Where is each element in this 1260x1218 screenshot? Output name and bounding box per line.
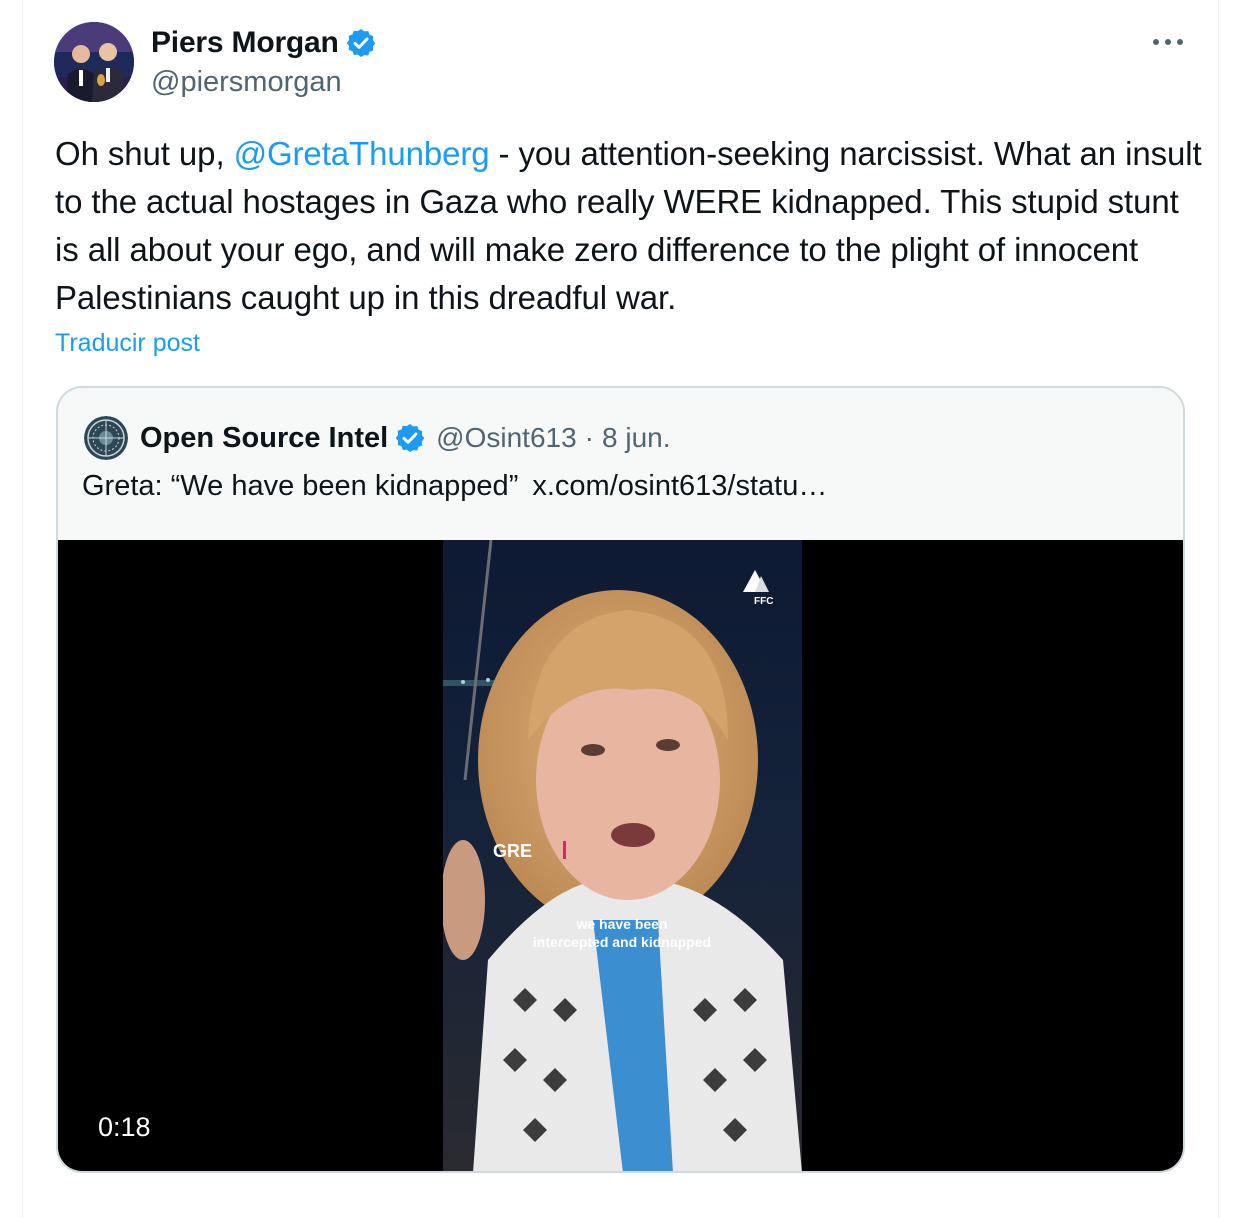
author-handle[interactable]: @piersmorgan bbox=[151, 66, 342, 99]
video-player[interactable]: FFC GRE we have been intercepted and kid… bbox=[58, 540, 1183, 1171]
video-frame: FFC GRE we have been intercepted and kid… bbox=[443, 540, 802, 1171]
translate-post-link[interactable]: Traducir post bbox=[55, 329, 200, 358]
tweet-text: Oh shut up, @GretaThunberg - you attenti… bbox=[55, 130, 1205, 322]
quote-link[interactable]: x.com/osint613/statu… bbox=[532, 470, 827, 502]
quote-text-body: Greta: “We have been kidnapped” bbox=[82, 470, 519, 502]
card-border-right bbox=[1218, 0, 1219, 1218]
card-border-left bbox=[22, 0, 23, 1218]
quote-text: Greta: “We have been kidnapped” x.com/osi… bbox=[82, 470, 827, 503]
avatar-image bbox=[54, 22, 134, 102]
author-name-row[interactable]: Piers Morgan bbox=[151, 24, 377, 62]
author-avatar[interactable] bbox=[54, 22, 134, 102]
more-options-button[interactable] bbox=[1148, 28, 1188, 56]
quote-avatar[interactable] bbox=[84, 416, 128, 460]
tweet-text-before: Oh shut up, bbox=[55, 135, 234, 172]
osint-logo-icon bbox=[84, 416, 128, 460]
author-name[interactable]: Piers Morgan bbox=[151, 26, 339, 60]
quote-header: Open Source Intel @Osint613 · 8 jun. bbox=[84, 416, 671, 460]
video-subtitle-line1: we have been bbox=[575, 916, 667, 932]
video-title-overlay: GRE bbox=[493, 841, 532, 861]
quote-separator: · bbox=[584, 422, 594, 453]
mention-link[interactable]: @GretaThunberg bbox=[234, 135, 490, 172]
more-dots-icon bbox=[1153, 39, 1183, 45]
video-thumbnail: FFC GRE we have been intercepted and kid… bbox=[443, 540, 802, 1171]
quote-date[interactable]: 8 jun. bbox=[602, 422, 671, 454]
verified-badge-icon bbox=[346, 29, 375, 57]
quote-author-name[interactable]: Open Source Intel bbox=[140, 422, 388, 455]
quoted-tweet[interactable]: Open Source Intel @Osint613 · 8 jun. Gre… bbox=[56, 386, 1185, 1173]
video-logo-text: FFC bbox=[754, 596, 773, 607]
quote-verified-badge-icon bbox=[395, 424, 425, 452]
quote-author-handle[interactable]: @Osint613 bbox=[436, 422, 577, 454]
video-subtitle-line2: intercepted and kidnapped bbox=[533, 934, 711, 950]
tweet-page: Piers Morgan @piersmorgan Oh shut up, @G… bbox=[0, 0, 1260, 1218]
video-duration: 0:18 bbox=[98, 1112, 151, 1142]
